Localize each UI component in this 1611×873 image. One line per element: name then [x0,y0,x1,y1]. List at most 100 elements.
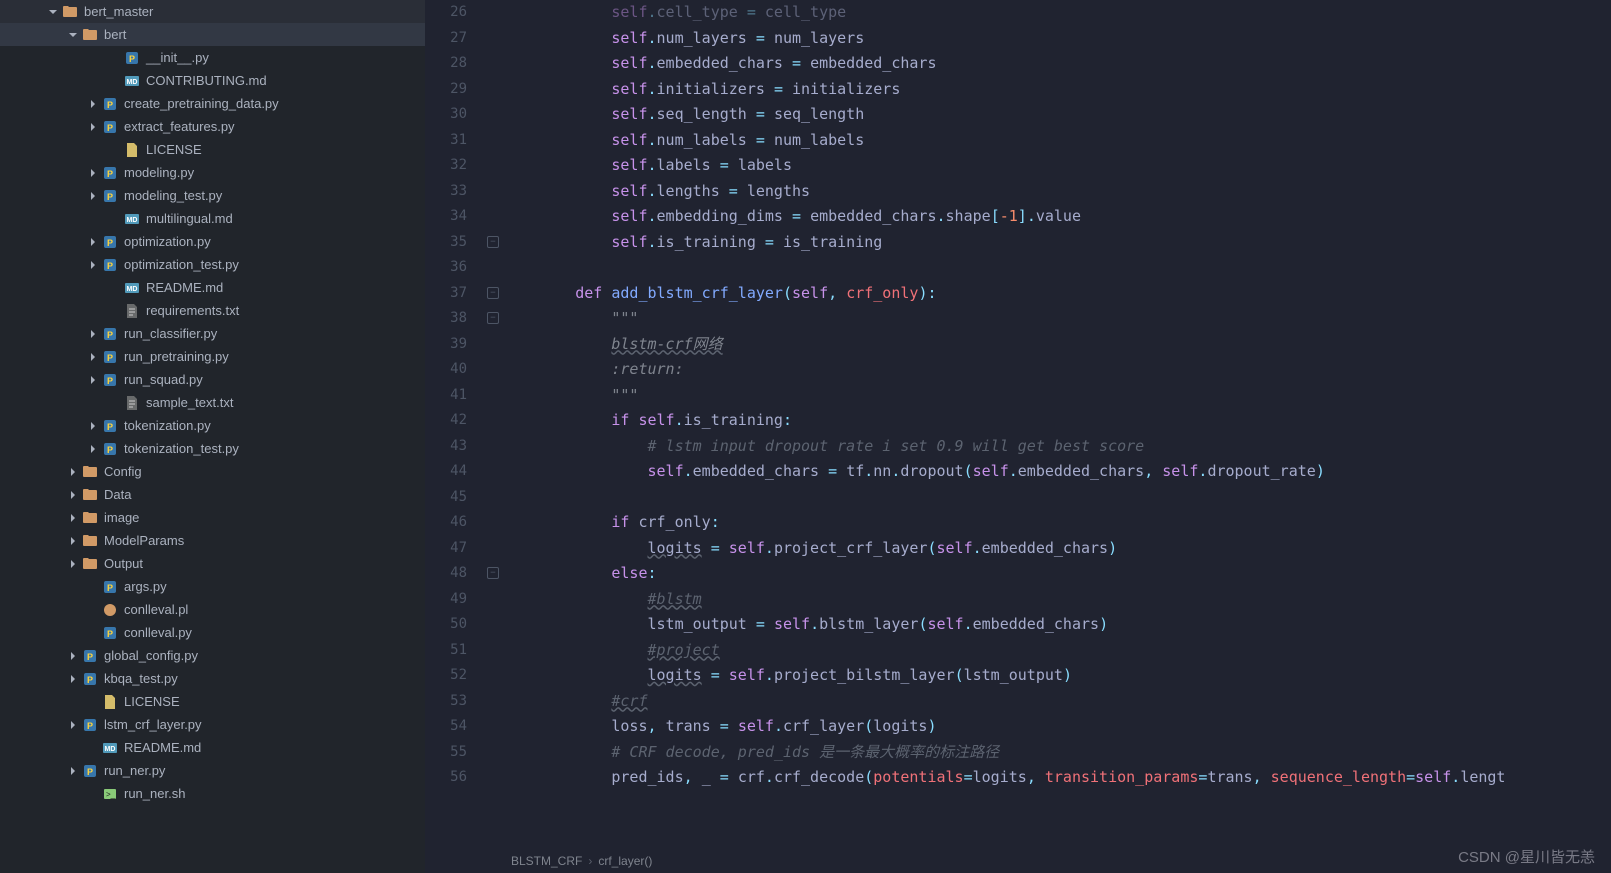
tree-item-readme-md[interactable]: MDREADME.md [0,736,425,759]
code-line[interactable]: self.num_layers = num_layers [503,26,1611,52]
code-line[interactable]: loss, trans = self.crf_layer(logits) [503,714,1611,740]
code-line[interactable]: self.embedded_chars = tf.nn.dropout(self… [503,459,1611,485]
tree-item-run-ner-py[interactable]: Prun_ner.py [0,759,425,782]
chevron-right-icon[interactable] [86,350,100,364]
tree-item-readme-md[interactable]: MDREADME.md [0,276,425,299]
chevron-down-icon[interactable] [66,28,80,42]
fold-toggle-icon[interactable]: − [487,287,499,299]
tree-item-tokenization-test-py[interactable]: Ptokenization_test.py [0,437,425,460]
tree-item-data[interactable]: Data [0,483,425,506]
fold-toggle-icon[interactable]: − [487,236,499,248]
code-line[interactable]: # lstm input dropout rate i set 0.9 will… [503,434,1611,460]
code-line[interactable]: """ [503,383,1611,409]
code-line[interactable]: blstm-crf网络 [503,332,1611,358]
code-line[interactable]: #blstm [503,587,1611,613]
breadcrumb-class[interactable]: BLSTM_CRF [511,854,582,868]
chevron-right-icon[interactable] [66,764,80,778]
chevron-right-icon[interactable] [86,327,100,341]
chevron-down-icon[interactable] [46,5,60,19]
code-line[interactable]: if self.is_training: [503,408,1611,434]
tree-item-image[interactable]: image [0,506,425,529]
tree-item-bert[interactable]: bert [0,23,425,46]
code-line[interactable]: self.cell_type = cell_type [503,0,1611,26]
code-line[interactable]: logits = self.project_crf_layer(self.emb… [503,536,1611,562]
code-line[interactable]: else: [503,561,1611,587]
chevron-right-icon[interactable] [86,97,100,111]
chevron-right-icon[interactable] [66,511,80,525]
chevron-right-icon[interactable] [86,120,100,134]
tree-item-run-ner-sh[interactable]: >_run_ner.sh [0,782,425,805]
code-line[interactable]: #crf [503,689,1611,715]
code-line[interactable]: self.num_labels = num_labels [503,128,1611,154]
code-line[interactable]: :return: [503,357,1611,383]
tree-item-requirements-txt[interactable]: requirements.txt [0,299,425,322]
tree-item-multilingual-md[interactable]: MDmultilingual.md [0,207,425,230]
tree-item-contributing-md[interactable]: MDCONTRIBUTING.md [0,69,425,92]
tree-item-args-py[interactable]: Pargs.py [0,575,425,598]
code-line[interactable]: self.seq_length = seq_length [503,102,1611,128]
chevron-right-icon[interactable] [66,649,80,663]
chevron-right-icon[interactable] [86,235,100,249]
breadcrumb[interactable]: BLSTM_CRF › crf_layer() [425,849,1611,873]
code-line[interactable]: self.is_training = is_training [503,230,1611,256]
tree-item-modelparams[interactable]: ModelParams [0,529,425,552]
fold-toggle-icon[interactable]: − [487,312,499,324]
tree-item-optimization-py[interactable]: Poptimization.py [0,230,425,253]
tree-item-tokenization-py[interactable]: Ptokenization.py [0,414,425,437]
chevron-right-icon[interactable] [86,258,100,272]
chevron-right-icon[interactable] [66,534,80,548]
code-line[interactable]: self.lengths = lengths [503,179,1611,205]
tree-item-run-squad-py[interactable]: Prun_squad.py [0,368,425,391]
chevron-right-icon[interactable] [66,488,80,502]
chevron-right-icon[interactable] [66,465,80,479]
breadcrumb-method[interactable]: crf_layer() [598,854,652,868]
tree-item-run-classifier-py[interactable]: Prun_classifier.py [0,322,425,345]
tree-item-license[interactable]: LICENSE [0,138,425,161]
tree-item-bert-master[interactable]: bert_master [0,0,425,23]
tree-item-create-pretraining-data-py[interactable]: Pcreate_pretraining_data.py [0,92,425,115]
code-line[interactable]: if crf_only: [503,510,1611,536]
tree-item-run-pretraining-py[interactable]: Prun_pretraining.py [0,345,425,368]
tree-item-config[interactable]: Config [0,460,425,483]
code-line[interactable]: self.labels = labels [503,153,1611,179]
code-line[interactable]: def add_blstm_crf_layer(self, crf_only): [503,281,1611,307]
code-line[interactable]: """ [503,306,1611,332]
code-line[interactable]: pred_ids, _ = crf.crf_decode(potentials=… [503,765,1611,791]
chevron-right-icon[interactable] [66,672,80,686]
fold-toggle-icon[interactable]: − [487,567,499,579]
code-line[interactable]: #project [503,638,1611,664]
tree-item-sample-text-txt[interactable]: sample_text.txt [0,391,425,414]
tree-item-global-config-py[interactable]: Pglobal_config.py [0,644,425,667]
chevron-right-icon[interactable] [66,718,80,732]
code-line[interactable] [503,255,1611,281]
tree-item---init---py[interactable]: P__init__.py [0,46,425,69]
chevron-right-icon[interactable] [86,166,100,180]
code-content[interactable]: self.cell_type = cell_type self.num_laye… [503,0,1611,849]
chevron-right-icon[interactable] [86,373,100,387]
code-line[interactable] [503,485,1611,511]
tree-item-output[interactable]: Output [0,552,425,575]
tree-item-conlleval-pl[interactable]: conlleval.pl [0,598,425,621]
tree-item-modeling-test-py[interactable]: Pmodeling_test.py [0,184,425,207]
tree-item-license[interactable]: LICENSE [0,690,425,713]
chevron-right-icon[interactable] [66,557,80,571]
chevron-right-icon[interactable] [86,442,100,456]
code-line[interactable]: lstm_output = self.blstm_layer(self.embe… [503,612,1611,638]
tree-item-conlleval-py[interactable]: Pconlleval.py [0,621,425,644]
tree-item-lstm-crf-layer-py[interactable]: Plstm_crf_layer.py [0,713,425,736]
fold-column[interactable]: − − − − [485,0,503,849]
token-kw: if [611,411,638,429]
chevron-right-icon[interactable] [86,419,100,433]
tree-item-kbqa-test-py[interactable]: Pkbqa_test.py [0,667,425,690]
tree-item-modeling-py[interactable]: Pmodeling.py [0,161,425,184]
code-line[interactable]: # CRF decode, pred_ids 是一条最大概率的标注路径 [503,740,1611,766]
code-line[interactable]: self.embedding_dims = embedded_chars.sha… [503,204,1611,230]
code-editor[interactable]: 2627282930313233343536373839404142434445… [425,0,1611,873]
file-tree-sidebar[interactable]: bert_masterbertP__init__.pyMDCONTRIBUTIN… [0,0,425,873]
tree-item-extract-features-py[interactable]: Pextract_features.py [0,115,425,138]
code-line[interactable]: self.embedded_chars = embedded_chars [503,51,1611,77]
code-line[interactable]: self.initializers = initializers [503,77,1611,103]
tree-item-optimization-test-py[interactable]: Poptimization_test.py [0,253,425,276]
chevron-right-icon[interactable] [86,189,100,203]
code-line[interactable]: logits = self.project_bilstm_layer(lstm_… [503,663,1611,689]
